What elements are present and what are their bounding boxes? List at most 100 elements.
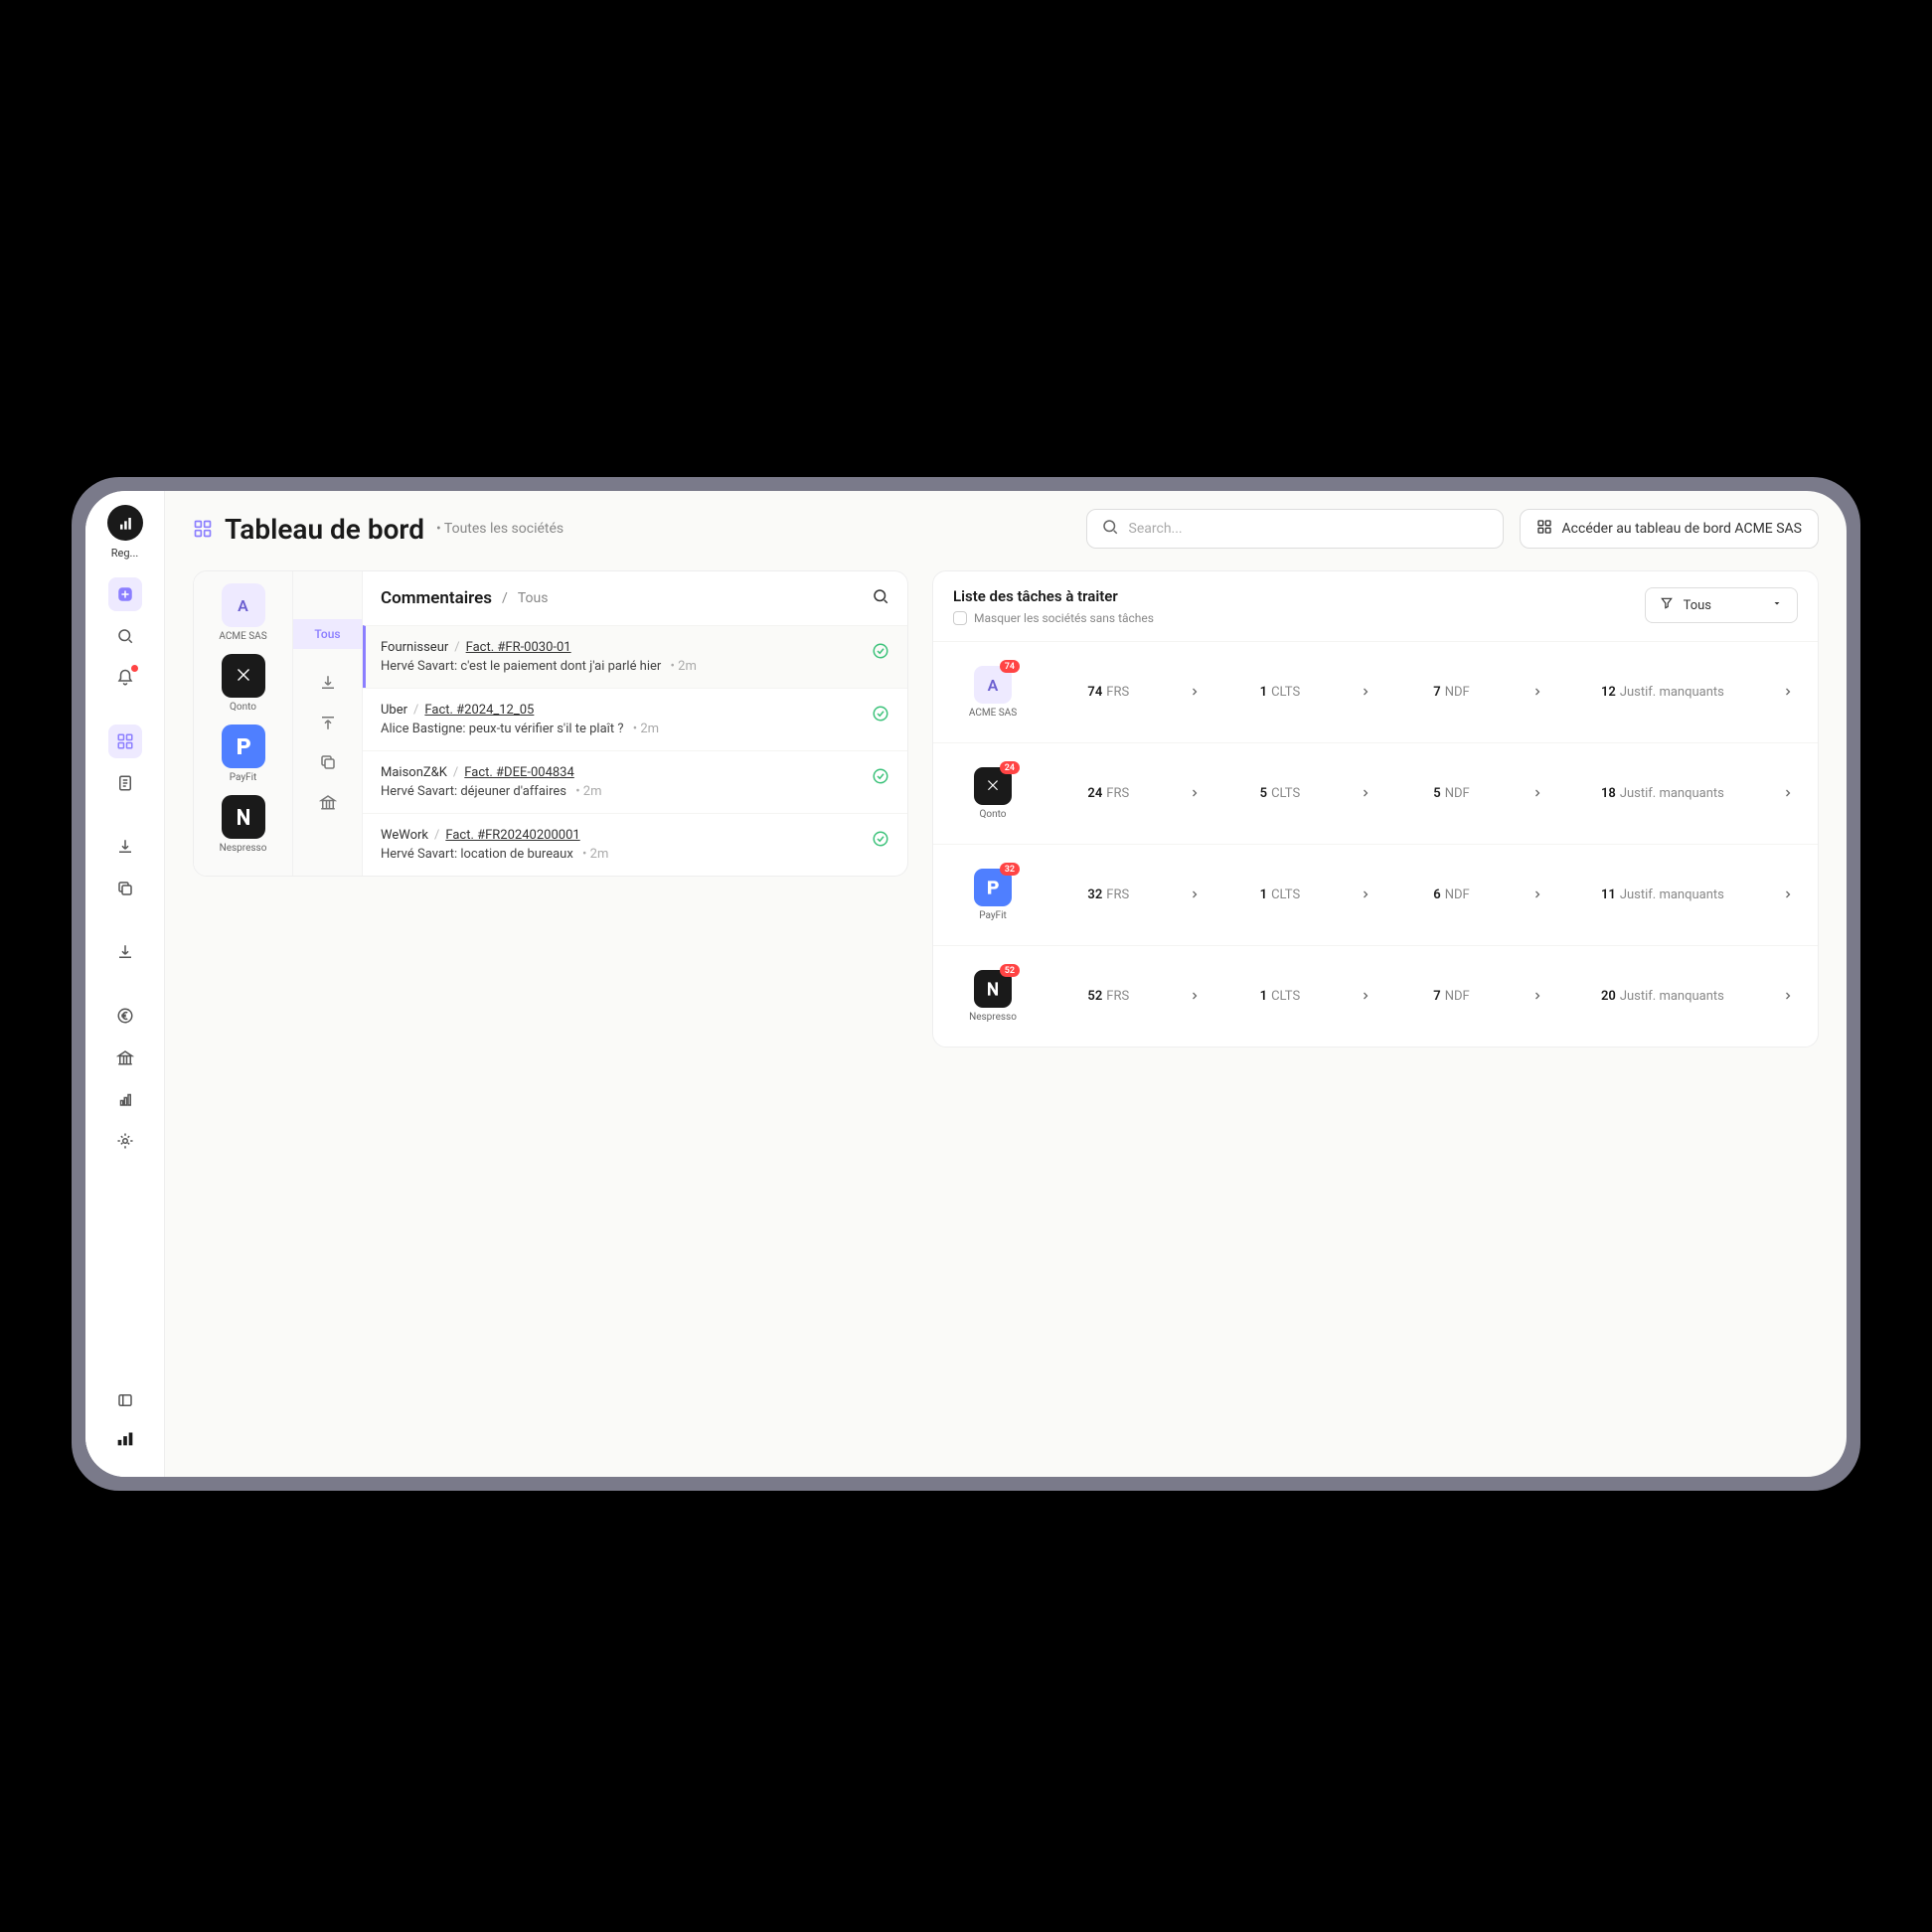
company-name: Qonto [230, 702, 256, 713]
company-logo [222, 654, 265, 698]
comments-title: Commentaires [381, 588, 492, 608]
nav-copy[interactable] [108, 872, 142, 905]
task-badge: 74 [1000, 660, 1020, 673]
company-nesp[interactable]: Nespresso [220, 795, 267, 854]
nav-euro[interactable] [108, 999, 142, 1033]
comments-panel: A ACME SAS Qonto PayFit Nespresso Tous C… [193, 570, 908, 877]
chevron-right-icon [1185, 784, 1205, 803]
app-logo-label: Reg... [111, 547, 139, 560]
funnel-icon [1660, 596, 1674, 614]
nav-add[interactable] [108, 577, 142, 611]
company-qonto[interactable]: Qonto [222, 654, 265, 713]
nav-collapse[interactable] [108, 1383, 142, 1417]
filter-download-icon[interactable] [293, 663, 362, 703]
comment-source: WeWork [381, 828, 428, 843]
chevron-right-icon [1356, 987, 1375, 1006]
company-payfit[interactable]: PayFit [222, 724, 265, 783]
page-title: Tableau de bord [225, 513, 424, 546]
app-logo[interactable] [107, 505, 143, 541]
task-row-nesp[interactable]: 52 Nespresso 52FRS 1CLTS 7NDF 20Justif. … [933, 945, 1818, 1046]
task-row-qonto[interactable]: 24 Qonto 24FRS 5CLTS 5NDF 18Justif. manq… [933, 742, 1818, 844]
chevron-right-icon [1528, 784, 1547, 803]
chevron-down-icon [1771, 597, 1783, 613]
chevron-right-icon [1528, 987, 1547, 1006]
access-button-label: Accéder au tableau de bord ACME SAS [1562, 521, 1802, 537]
comment-row[interactable]: MaisonZ&K / Fact. #DEE-004834 Hervé Sava… [363, 750, 907, 813]
task-row-acme[interactable]: A74 ACME SAS 74FRS 1CLTS 7NDF 12Justif. … [933, 641, 1818, 742]
filter-bank-icon[interactable] [293, 782, 362, 822]
checkbox-icon[interactable] [953, 611, 967, 625]
access-dashboard-button[interactable]: Accéder au tableau de bord ACME SAS [1520, 509, 1819, 549]
nav-reports[interactable] [108, 1082, 142, 1116]
tasks-filter-dropdown[interactable]: Tous [1645, 587, 1798, 623]
filter-upload-icon[interactable] [293, 703, 362, 742]
filter-all[interactable]: Tous [293, 619, 362, 649]
hide-empty-toggle[interactable]: Masquer les sociétés sans tâches [953, 611, 1154, 625]
company-column: A ACME SAS Qonto PayFit Nespresso [194, 571, 293, 876]
task-logo: A74 [974, 666, 1012, 704]
nav-settings[interactable] [108, 1124, 142, 1158]
nav-document[interactable] [108, 766, 142, 800]
check-circle-icon[interactable] [872, 705, 889, 726]
chevron-right-icon [1356, 683, 1375, 702]
chevron-right-icon [1185, 987, 1205, 1006]
comment-row[interactable]: WeWork / Fact. #FR20240200001 Hervé Sava… [363, 813, 907, 876]
task-row-payfit[interactable]: 32 PayFit 32FRS 1CLTS 6NDF 11Justif. man… [933, 844, 1818, 945]
company-name: Nespresso [220, 843, 267, 854]
task-badge: 32 [1000, 863, 1020, 876]
check-circle-icon[interactable] [872, 830, 889, 852]
comment-ref[interactable]: Fact. #FR20240200001 [445, 828, 579, 843]
chevron-right-icon [1356, 784, 1375, 803]
comment-ref[interactable]: Fact. #DEE-004834 [464, 765, 574, 780]
task-badge: 52 [1000, 964, 1020, 977]
comment-source: Fournisseur [381, 640, 448, 655]
search-input[interactable] [1129, 521, 1489, 537]
task-badge: 24 [1000, 761, 1020, 774]
chevron-right-icon [1356, 886, 1375, 904]
task-logo: 52 [974, 970, 1012, 1008]
comment-ref[interactable]: Fact. #FR-0030-01 [466, 640, 571, 655]
comment-source: MaisonZ&K [381, 765, 447, 780]
company-acme[interactable]: A ACME SAS [219, 583, 266, 642]
comment-ref[interactable]: Fact. #2024_12_05 [424, 703, 534, 718]
comment-text: Hervé Savart: déjeuner d'affaires • 2m [381, 784, 862, 799]
nav-search[interactable] [108, 619, 142, 653]
company-name: ACME SAS [219, 631, 266, 642]
search-icon [1101, 518, 1119, 540]
task-logo: 32 [974, 869, 1012, 906]
comment-row[interactable]: Fournisseur / Fact. #FR-0030-01 Hervé Sa… [363, 625, 907, 688]
task-company: 24 Qonto [953, 767, 1033, 820]
nav-dashboard[interactable] [108, 724, 142, 758]
chevron-right-icon [1778, 886, 1798, 904]
filter-copy-icon[interactable] [293, 742, 362, 782]
chevron-right-icon [1778, 987, 1798, 1006]
global-search[interactable] [1086, 509, 1504, 549]
topbar: Tableau de bord • Toutes les sociétés Ac… [165, 491, 1847, 559]
nav-download[interactable] [108, 830, 142, 864]
comment-filter-column: Tous [293, 571, 363, 876]
comments-header: Commentaires / Tous [363, 571, 907, 625]
main-sidebar: Reg... [85, 491, 165, 1477]
check-circle-icon[interactable] [872, 642, 889, 664]
chevron-right-icon [1778, 683, 1798, 702]
company-logo: A [222, 583, 265, 627]
sidebar-brand-icon [114, 1427, 136, 1453]
comment-text: Hervé Savart: location de bureaux • 2m [381, 847, 862, 862]
tasks-panel: Liste des tâches à traiter Masquer les s… [932, 570, 1819, 1047]
company-logo [222, 724, 265, 768]
comment-row[interactable]: Uber / Fact. #2024_12_05 Alice Bastigne:… [363, 688, 907, 750]
grid-icon [1536, 519, 1552, 539]
company-name: PayFit [230, 772, 257, 783]
comments-search-icon[interactable] [872, 587, 889, 609]
nav-bank[interactable] [108, 1041, 142, 1074]
task-company: 52 Nespresso [953, 970, 1033, 1023]
nav-notifications[interactable] [108, 661, 142, 695]
chevron-right-icon [1185, 886, 1205, 904]
company-logo [222, 795, 265, 839]
nav-export[interactable] [108, 935, 142, 969]
chevron-right-icon [1528, 886, 1547, 904]
chevron-right-icon [1185, 683, 1205, 702]
check-circle-icon[interactable] [872, 767, 889, 789]
task-company: A74 ACME SAS [953, 666, 1033, 719]
dashboard-icon [193, 519, 213, 539]
